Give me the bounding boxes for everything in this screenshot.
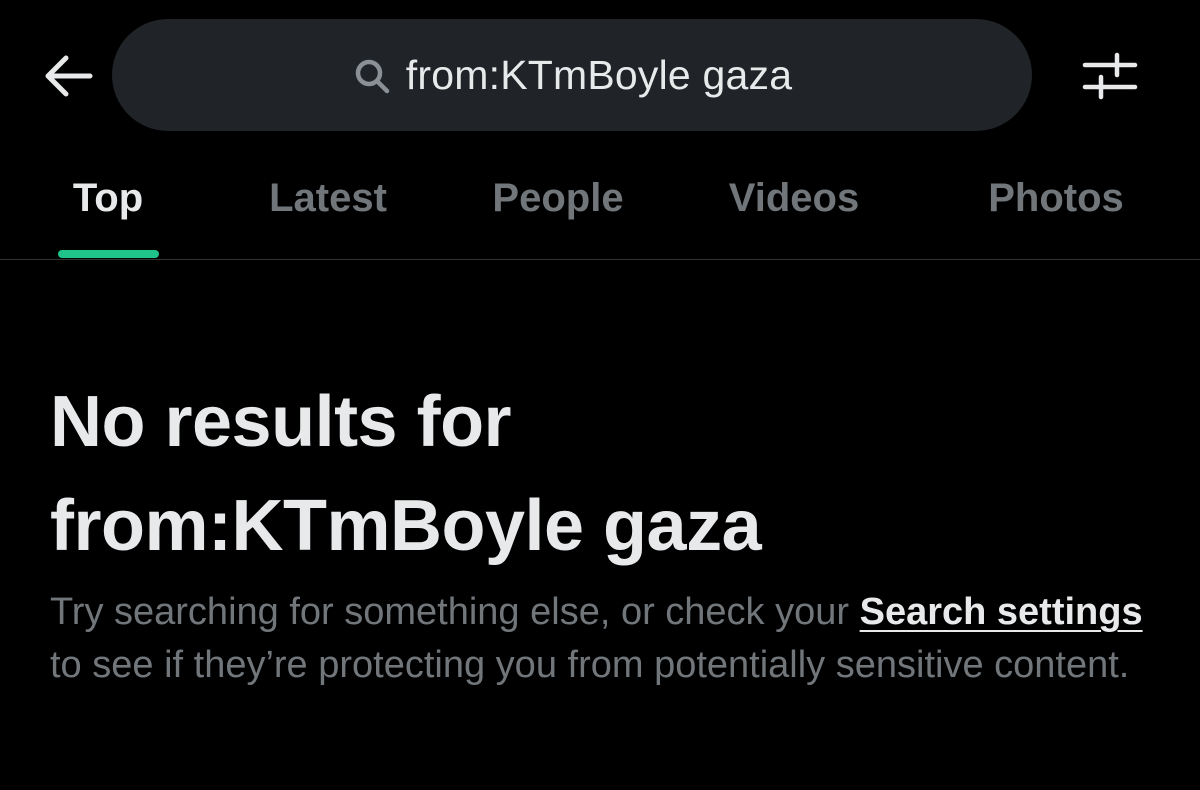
empty-state-title-line2: from:KTmBoyle gaza bbox=[50, 486, 762, 566]
search-settings-link[interactable]: Search settings bbox=[860, 591, 1143, 633]
tab-latest[interactable]: Latest bbox=[246, 150, 410, 259]
active-tab-indicator bbox=[58, 250, 159, 258]
tab-label: Photos bbox=[988, 176, 1124, 220]
search-icon bbox=[352, 56, 392, 96]
empty-state-title: No results for from:KTmBoyle gaza bbox=[50, 370, 1160, 578]
sliders-icon bbox=[1082, 52, 1138, 100]
back-button[interactable] bbox=[38, 48, 98, 104]
tab-label: Top bbox=[72, 176, 144, 220]
tab-label: Videos bbox=[728, 176, 860, 220]
search-input[interactable]: from:KTmBoyle gaza bbox=[112, 19, 1032, 131]
empty-state-message: Try searching for something else, or che… bbox=[50, 586, 1160, 692]
empty-state: No results for from:KTmBoyle gaza Try se… bbox=[50, 370, 1160, 692]
empty-state-title-line1: No results for bbox=[50, 382, 512, 462]
tab-photos[interactable]: Photos bbox=[966, 150, 1146, 259]
tab-top[interactable]: Top bbox=[40, 150, 176, 259]
search-input-content: from:KTmBoyle gaza bbox=[352, 52, 792, 99]
tab-people[interactable]: People bbox=[470, 150, 646, 259]
search-tabs: Top Latest People Videos Photos bbox=[0, 150, 1200, 260]
empty-state-message-text-end: to see if they’re protecting you from po… bbox=[50, 644, 1130, 686]
search-filter-button[interactable] bbox=[1078, 46, 1142, 106]
tab-videos[interactable]: Videos bbox=[706, 150, 882, 259]
tab-label: Latest bbox=[269, 176, 387, 220]
search-header: from:KTmBoyle gaza bbox=[0, 0, 1200, 150]
search-results-screen: from:KTmBoyle gaza Top Latest People Vid… bbox=[0, 0, 1200, 790]
empty-state-message-text: Try searching for something else, or che… bbox=[50, 591, 860, 633]
tab-label: People bbox=[492, 176, 624, 220]
search-query-text: from:KTmBoyle gaza bbox=[405, 51, 793, 98]
arrow-left-icon bbox=[45, 55, 93, 97]
